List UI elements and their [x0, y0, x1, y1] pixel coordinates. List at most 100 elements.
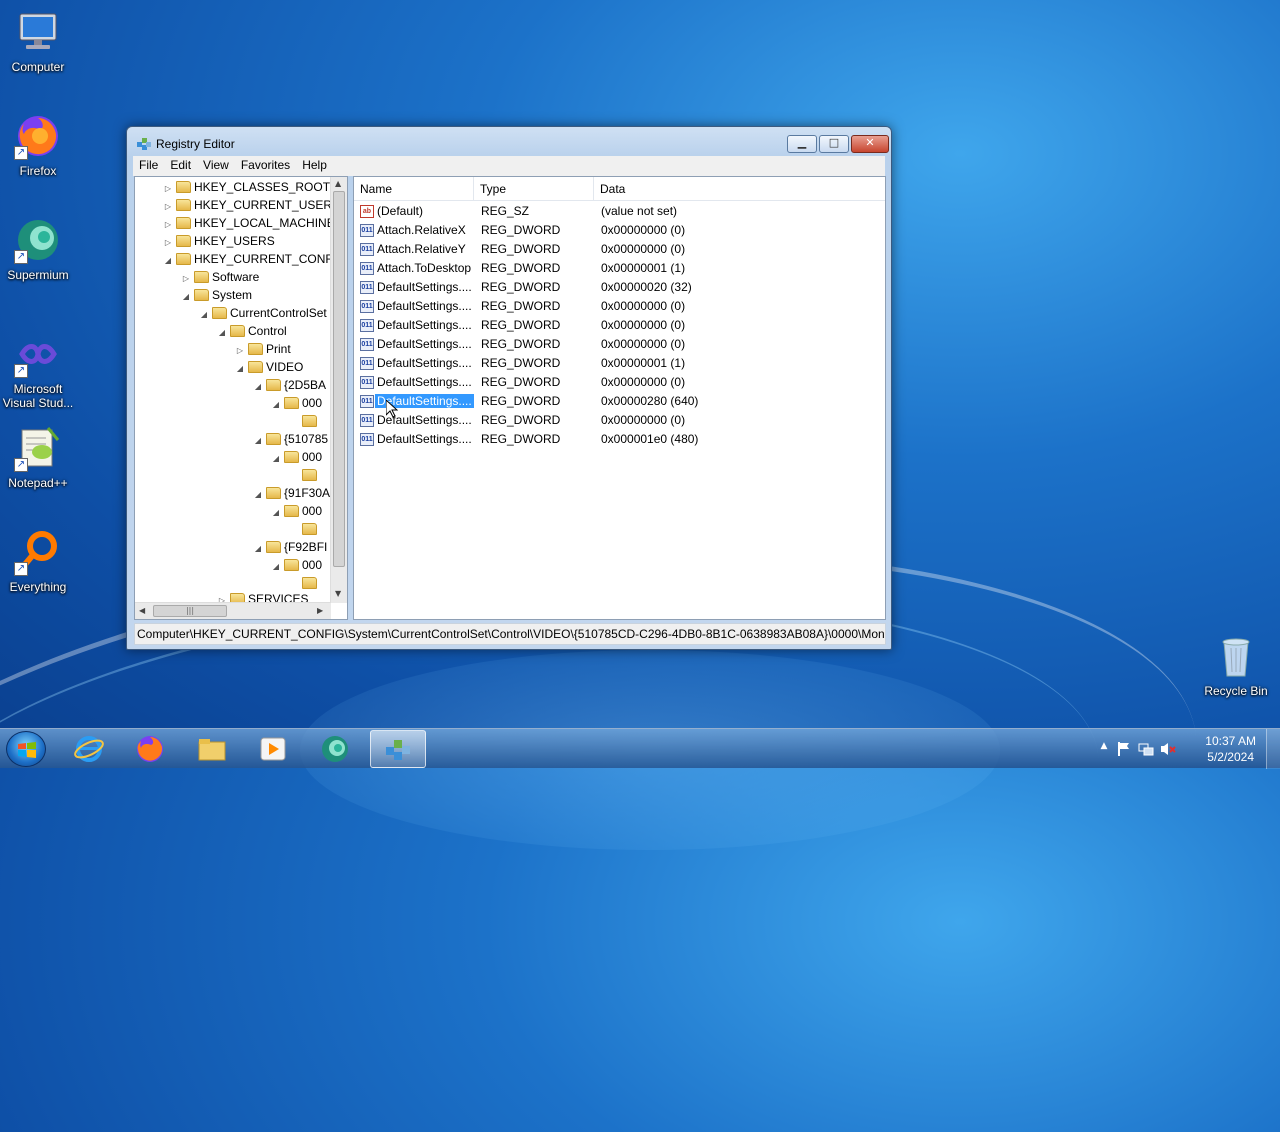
tree-item[interactable] [289, 520, 320, 538]
value-type: REG_DWORD [481, 356, 561, 370]
collapse-arrow-icon[interactable]: ◢ [253, 432, 263, 450]
taskbar-registry-editor[interactable] [370, 730, 426, 768]
tree-item[interactable]: ◢ 000 [271, 556, 322, 574]
scroll-left-icon[interactable]: ◀ [139, 606, 145, 615]
collapse-arrow-icon[interactable]: ◢ [217, 324, 227, 342]
collapse-arrow-icon[interactable]: ◢ [271, 504, 281, 522]
show-desktop-button[interactable] [1266, 729, 1280, 769]
menu-help[interactable]: Help [296, 156, 333, 175]
tree-item[interactable]: ◢ HKEY_CURRENT_CONFIG [163, 250, 345, 268]
collapse-arrow-icon[interactable]: ◢ [253, 378, 263, 396]
desktop-icon-recycle-bin[interactable]: Recycle Bin [1198, 632, 1274, 698]
collapse-arrow-icon[interactable]: ◢ [271, 450, 281, 468]
scroll-up-icon[interactable]: ▲ [335, 179, 341, 188]
desktop-icon-everything[interactable]: ↗ Everything [0, 528, 76, 594]
value-row[interactable]: 011 Attach.ToDesktop REG_DWORD 0x0000000… [354, 259, 885, 278]
value-row[interactable]: ab (Default) REG_SZ (value not set) [354, 202, 885, 221]
folder-icon [248, 343, 263, 355]
tree-item[interactable] [289, 466, 320, 484]
scrollbar-thumb[interactable]: ||| [153, 605, 227, 617]
clock-date: 5/2/2024 [1207, 750, 1254, 764]
tree-item[interactable]: ◢ {510785 [253, 430, 328, 448]
collapse-arrow-icon[interactable]: ◢ [199, 306, 209, 324]
tree-item[interactable]: ◢ 000 [271, 394, 322, 412]
taskbar-internet-explorer[interactable] [62, 730, 118, 768]
value-row[interactable]: 011 DefaultSettings.... REG_DWORD 0x0000… [354, 354, 885, 373]
value-data: 0x000001e0 (480) [601, 432, 699, 446]
tree-item[interactable]: ◢ System [181, 286, 252, 304]
maximize-button[interactable]: □ [819, 135, 849, 153]
collapse-arrow-icon[interactable]: ◢ [163, 252, 173, 270]
value-row[interactable]: 011 Attach.RelativeX REG_DWORD 0x0000000… [354, 221, 885, 240]
column-header-name[interactable]: Name [354, 177, 474, 201]
desktop-icon-supermium[interactable]: ↗ Supermium [0, 216, 76, 282]
clock-time: 10:37 AM [1205, 734, 1256, 748]
taskbar-firefox[interactable] [123, 730, 179, 768]
tree-item[interactable]: ▷ HKEY_CURRENT_USER [163, 196, 332, 214]
collapse-arrow-icon[interactable]: ◢ [253, 486, 263, 504]
tree-item[interactable]: ◢ {F92BFI [253, 538, 327, 556]
column-header-data[interactable]: Data [594, 177, 885, 201]
value-data: 0x00000000 (0) [601, 413, 686, 427]
value-row[interactable]: 011 DefaultSettings.... REG_DWORD 0x0000… [354, 316, 885, 335]
binary-value-icon: 011 [360, 357, 374, 370]
scroll-right-icon[interactable]: ▶ [317, 606, 323, 615]
tree-item[interactable]: ▷ Software [181, 268, 259, 286]
value-data: 0x00000001 (1) [601, 356, 686, 370]
value-row[interactable]: 011 Attach.RelativeY REG_DWORD 0x0000000… [354, 240, 885, 259]
menu-favorites[interactable]: Favorites [235, 156, 296, 175]
collapse-arrow-icon[interactable]: ◢ [271, 396, 281, 414]
tree-item[interactable]: ◢ VIDEO [235, 358, 303, 376]
collapse-arrow-icon[interactable]: ◢ [235, 360, 245, 378]
column-header-type[interactable]: Type [474, 177, 594, 201]
clock[interactable]: 10:37 AM 5/2/2024 [1205, 733, 1256, 765]
binary-value-icon: 011 [360, 319, 374, 332]
binary-value-icon: 011 [360, 433, 374, 446]
value-row[interactable]: 011 DefaultSettings.... REG_DWORD 0x0000… [354, 373, 885, 392]
tree-item[interactable]: ◢ {91F30A [253, 484, 330, 502]
tree-item[interactable]: ◢ CurrentControlSet [199, 304, 327, 322]
desktop-icon-computer[interactable]: Computer [0, 8, 76, 74]
value-row[interactable]: 011 DefaultSettings.... REG_DWORD 0x0000… [354, 278, 885, 297]
collapse-arrow-icon[interactable]: ◢ [181, 288, 191, 306]
desktop-icon-firefox[interactable]: ↗ Firefox [0, 112, 76, 178]
menu-edit[interactable]: Edit [164, 156, 197, 175]
close-button[interactable]: ✕ [851, 135, 889, 153]
menu-file[interactable]: File [133, 156, 164, 175]
collapse-arrow-icon[interactable]: ◢ [253, 540, 263, 558]
value-row[interactable]: 011 DefaultSettings.... REG_DWORD 0x0000… [354, 297, 885, 316]
taskbar-media-player[interactable] [246, 730, 302, 768]
tree-item[interactable]: ◢ 000 [271, 502, 322, 520]
menu-view[interactable]: View [197, 156, 235, 175]
collapse-arrow-icon[interactable]: ◢ [271, 558, 281, 576]
tree-vertical-scrollbar[interactable]: ▲ ▼ [330, 177, 347, 603]
scroll-down-icon[interactable]: ▼ [335, 589, 341, 598]
action-center-flag-icon[interactable] [1116, 741, 1132, 757]
tree-horizontal-scrollbar[interactable]: ◀ ||| ▶ [135, 602, 331, 619]
tree-item[interactable]: ▷ Print [235, 340, 291, 358]
value-row[interactable]: 011 DefaultSettings.... REG_DWORD 0x0000… [354, 430, 885, 449]
volume-muted-icon[interactable] [1160, 741, 1176, 757]
taskbar-supermium[interactable] [308, 730, 364, 768]
tree-item[interactable] [289, 412, 320, 430]
scrollbar-thumb[interactable] [333, 191, 345, 567]
show-hidden-icons-button[interactable]: ▲ [1096, 741, 1112, 757]
value-type: REG_DWORD [481, 280, 561, 294]
start-button[interactable] [6, 731, 46, 767]
tree-item[interactable]: ◢ Control [217, 322, 287, 340]
tree-item[interactable]: ▷ HKEY_LOCAL_MACHINE [163, 214, 335, 232]
tree-item[interactable]: ◢ {2D5BA [253, 376, 326, 394]
network-icon[interactable] [1138, 741, 1154, 757]
tree-item[interactable]: ▷ HKEY_USERS [163, 232, 275, 250]
value-row[interactable]: 011 DefaultSettings.... REG_DWORD 0x0000… [354, 411, 885, 430]
value-row-selected[interactable]: 011 DefaultSettings.... REG_DWORD 0x0000… [354, 392, 885, 411]
tree-item[interactable]: ▷ HKEY_CLASSES_ROOT [163, 178, 330, 196]
value-name: (Default) [377, 204, 424, 218]
title-bar[interactable]: Registry Editor ▁ □ ✕ [127, 127, 891, 157]
tree-item[interactable]: ◢ 000 [271, 448, 322, 466]
taskbar-file-explorer[interactable] [185, 730, 241, 768]
desktop-icon-visual-studio[interactable]: ↗ Microsoft Visual Stud... [0, 330, 76, 410]
minimize-button[interactable]: ▁ [787, 135, 817, 153]
desktop-icon-notepadpp[interactable]: ↗ Notepad++ [0, 424, 76, 490]
value-row[interactable]: 011 DefaultSettings.... REG_DWORD 0x0000… [354, 335, 885, 354]
